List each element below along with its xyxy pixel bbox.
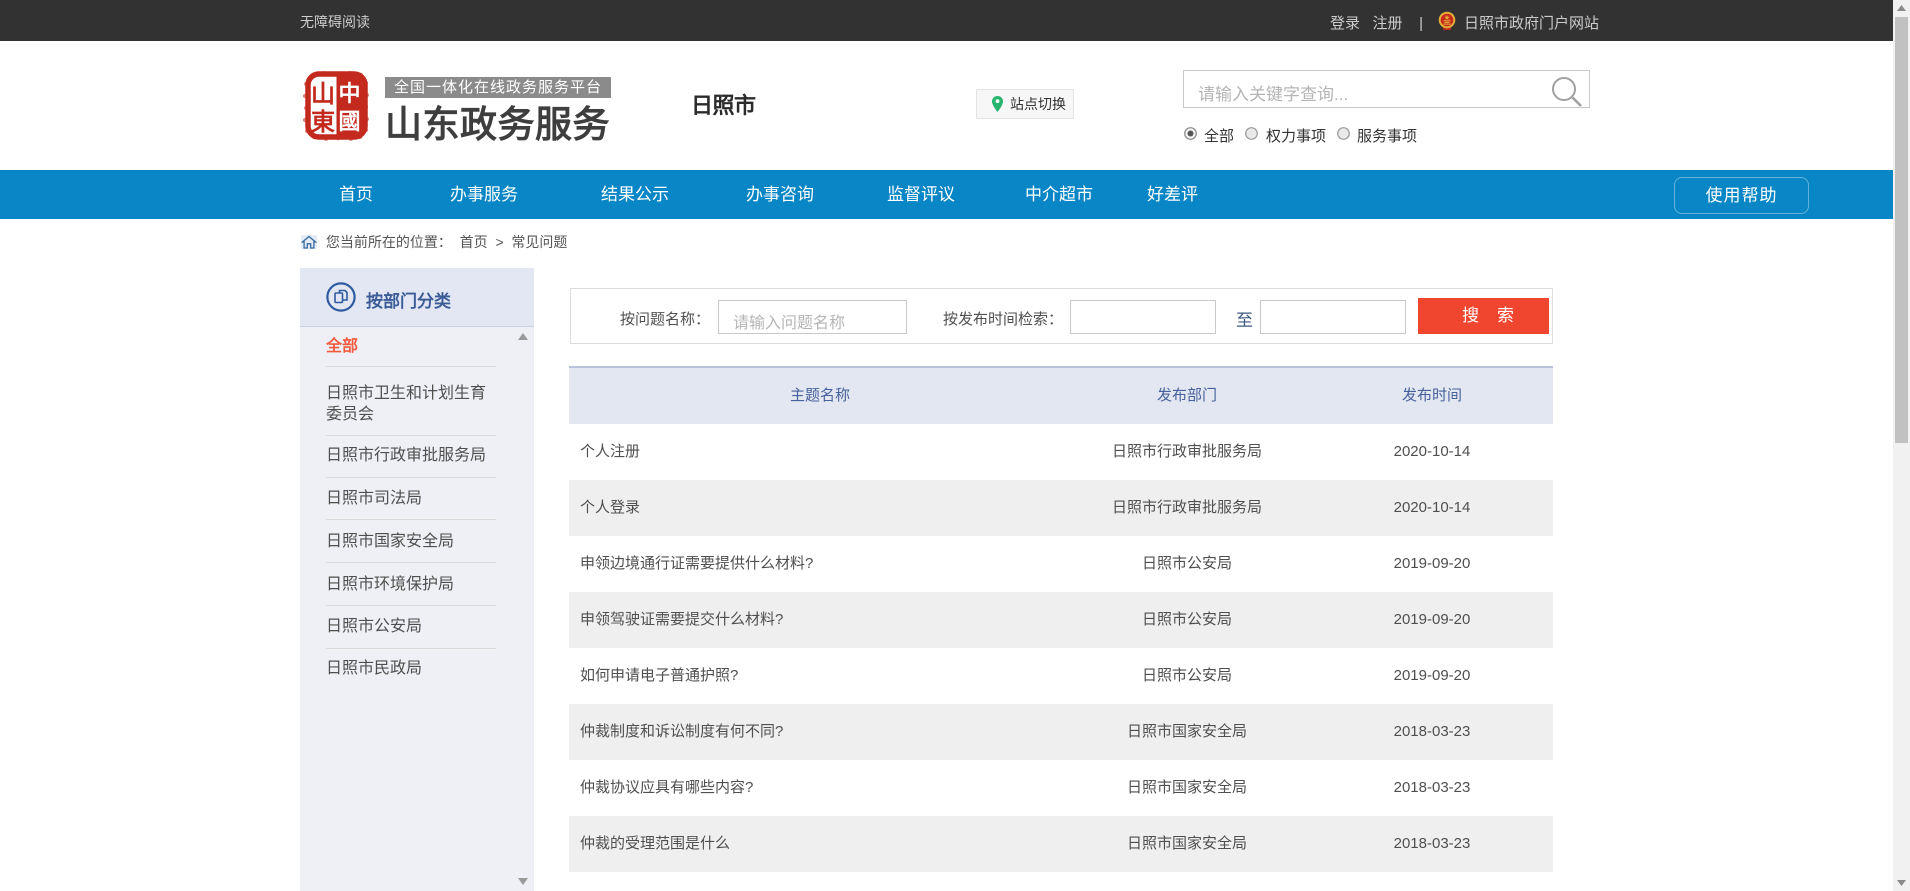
svg-text:國: 國 [338, 109, 360, 134]
svg-text:山: 山 [311, 81, 335, 108]
svg-text:東: 東 [311, 109, 335, 136]
svg-text:中: 中 [338, 81, 360, 106]
